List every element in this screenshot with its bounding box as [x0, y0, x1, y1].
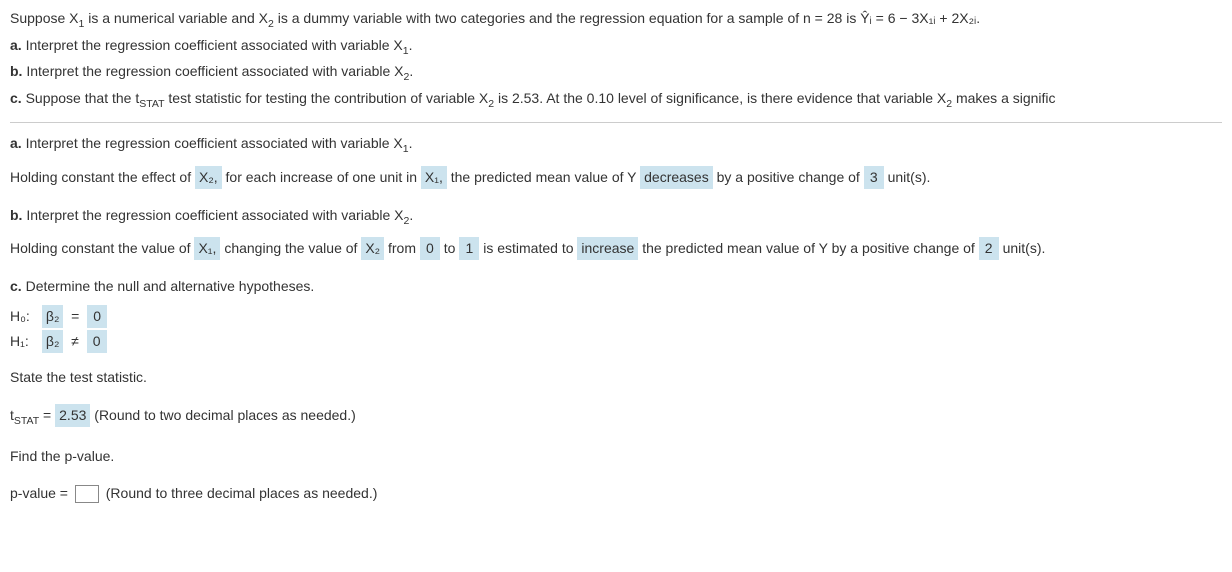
part-c-section: c. Determine the null and alternative hy… [10, 276, 1222, 504]
text: test statistic for testing the contribut… [165, 90, 489, 106]
part-a-section: a. Interpret the regression coefficient … [10, 133, 1222, 189]
text: . [409, 207, 413, 223]
text: Interpret the regression coefficient ass… [22, 135, 403, 151]
answer-input[interactable]: 0 [87, 330, 107, 353]
pvalue-input[interactable] [75, 485, 99, 503]
operator: = [71, 308, 79, 324]
answer-input[interactable]: 0 [87, 305, 107, 328]
text: Determine the null and alternative hypot… [22, 278, 315, 294]
answer-input[interactable]: 2 [979, 237, 999, 260]
text: is estimated to [483, 240, 577, 256]
text: . [409, 63, 413, 79]
answer-dropdown[interactable]: increase [577, 237, 638, 260]
text: for each increase of one unit in [226, 169, 421, 185]
text: to [444, 240, 460, 256]
text: Suppose that the t [26, 90, 140, 106]
answer-dropdown[interactable]: X₁, [421, 166, 447, 189]
text: = [39, 407, 55, 423]
question-b: b. Interpret the regression coefficient … [10, 61, 1222, 86]
pvalue-row: p-value = (Round to three decimal places… [10, 483, 1222, 504]
alt-hypothesis-row: H₁: β₂ ≠ 0 [10, 330, 1222, 353]
subscript: STAT [139, 97, 164, 109]
regression-equation: Ŷᵢ = 6 − 3X₁ᵢ + 2X₂ᵢ. [860, 10, 980, 26]
answer-dropdown[interactable]: X₂, [195, 166, 222, 189]
rounding-hint: (Round to three decimal places as needed… [106, 485, 378, 501]
item-label: c. [10, 90, 22, 106]
text: unit(s). [888, 169, 931, 185]
text: Holding constant the effect of [10, 169, 195, 185]
heading-label: c. [10, 278, 22, 294]
answer-dropdown[interactable]: X₂ [361, 237, 384, 260]
question-a: a. Interpret the regression coefficient … [10, 35, 1222, 60]
text: the predicted mean value of Y [451, 169, 640, 185]
text: by a positive change of [717, 169, 864, 185]
answer-dropdown[interactable]: X₁, [194, 237, 220, 260]
find-pvalue-label: Find the p-value. [10, 446, 1222, 467]
answer-input[interactable]: 0 [420, 237, 440, 260]
text: is a numerical variable and X [84, 10, 268, 26]
text: Holding constant the value of [10, 240, 194, 256]
text: p-value = [10, 485, 72, 501]
heading-label: a. [10, 135, 22, 151]
item-label: b. [10, 63, 22, 79]
h0-label: H₀: [10, 306, 38, 327]
text: Interpret the regression coefficient ass… [22, 207, 403, 223]
answer-input[interactable]: 1 [459, 237, 479, 260]
hypotheses-block: H₀: β₂ = 0 H₁: β₂ ≠ 0 [10, 305, 1222, 353]
problem-statement: Suppose X1 is a numerical variable and X… [10, 8, 1222, 112]
rounding-hint: (Round to two decimal places as needed.) [94, 407, 355, 423]
text: . [409, 135, 413, 151]
tstat-input[interactable]: 2.53 [55, 404, 90, 427]
answer-dropdown[interactable]: decreases [640, 166, 713, 189]
text: the predicted mean value of Y by a posit… [642, 240, 979, 256]
part-b-heading: b. Interpret the regression coefficient … [10, 205, 1222, 230]
text: . [409, 37, 413, 53]
text: makes a signific [952, 90, 1055, 106]
item-label: a. [10, 37, 22, 53]
text: is a dummy variable with two categories … [274, 10, 860, 26]
text: Suppose X [10, 10, 79, 26]
part-c-heading: c. Determine the null and alternative hy… [10, 276, 1222, 297]
question-c: c. Suppose that the tSTAT test statistic… [10, 88, 1222, 113]
part-a-answer-sentence: Holding constant the effect of X₂, for e… [10, 166, 1222, 189]
operator: ≠ [71, 333, 79, 349]
text: is 2.53. At the 0.10 level of significan… [494, 90, 946, 106]
section-divider [10, 122, 1222, 123]
text: unit(s). [1003, 240, 1046, 256]
text: changing the value of [224, 240, 361, 256]
text: Interpret the regression coefficient ass… [26, 63, 403, 79]
answer-dropdown[interactable]: β₂ [42, 305, 64, 328]
state-test-statistic-label: State the test statistic. [10, 367, 1222, 388]
text: Interpret the regression coefficient ass… [26, 37, 403, 53]
tstat-row: tSTAT = 2.53 (Round to two decimal place… [10, 404, 1222, 430]
answer-input[interactable]: 3 [864, 166, 884, 189]
heading-label: b. [10, 207, 22, 223]
part-b-answer-sentence: Holding constant the value of X₁, changi… [10, 237, 1222, 260]
part-b-section: b. Interpret the regression coefficient … [10, 205, 1222, 261]
answer-dropdown[interactable]: β₂ [42, 330, 64, 353]
text: from [388, 240, 420, 256]
subscript: STAT [14, 415, 39, 427]
h1-label: H₁: [10, 331, 38, 352]
part-a-heading: a. Interpret the regression coefficient … [10, 133, 1222, 158]
null-hypothesis-row: H₀: β₂ = 0 [10, 305, 1222, 328]
intro-text: Suppose X1 is a numerical variable and X… [10, 10, 980, 26]
